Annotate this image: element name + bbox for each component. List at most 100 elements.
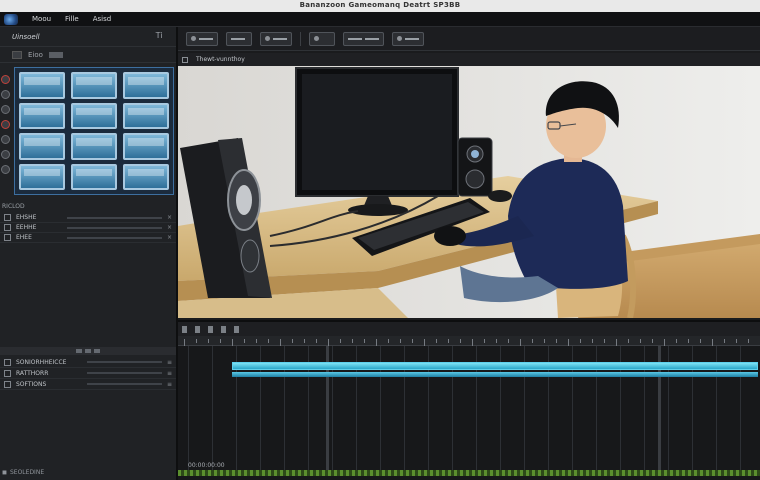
toolbar-button[interactable] bbox=[309, 31, 335, 46]
ruler-tick bbox=[568, 339, 569, 346]
list-item-label: EHEE bbox=[16, 234, 32, 241]
media-thumbnail[interactable] bbox=[19, 163, 65, 190]
track-visibility-checkbox[interactable] bbox=[4, 369, 11, 377]
tool-strip bbox=[0, 69, 11, 201]
ruler-tick bbox=[484, 339, 485, 343]
toolbar-separator bbox=[300, 31, 301, 46]
toolbar-icon bbox=[314, 36, 319, 41]
preview-checkbox[interactable] bbox=[182, 56, 188, 63]
subbar-slider[interactable] bbox=[48, 51, 63, 58]
media-thumbnail[interactable] bbox=[123, 102, 169, 129]
list-item[interactable]: EEHHE × bbox=[0, 223, 176, 233]
media-panel-subbar: Eioo bbox=[0, 47, 176, 63]
track-menu-icon[interactable]: ≡ bbox=[167, 359, 172, 366]
remove-icon[interactable]: × bbox=[167, 214, 172, 221]
media-thumbnail[interactable] bbox=[71, 163, 117, 190]
timecode-readout: 00:00:00:00 bbox=[188, 462, 225, 469]
effects-list: EHSHE × EEHHE × EHEE × bbox=[0, 213, 176, 243]
effects-section-label: RICLOD bbox=[2, 203, 25, 210]
track-level-bar bbox=[87, 383, 162, 385]
video-preview[interactable] bbox=[178, 66, 760, 318]
text-tool-icon[interactable] bbox=[1, 165, 10, 174]
toolbar-button[interactable] bbox=[186, 31, 218, 46]
ruler-tick bbox=[532, 339, 533, 343]
menu-bar: Moou Fille Asisd bbox=[0, 12, 760, 27]
track-menu-icon[interactable]: ≡ bbox=[167, 370, 172, 377]
ruler-tick bbox=[616, 339, 617, 346]
toolbar-button-bar bbox=[273, 37, 287, 40]
media-thumbnail[interactable] bbox=[123, 72, 169, 99]
main-toolbar bbox=[178, 27, 760, 51]
ruler-tick bbox=[460, 339, 461, 343]
media-thumbnail[interactable] bbox=[123, 133, 169, 160]
toolbar-icon bbox=[397, 36, 402, 41]
media-thumbnail[interactable] bbox=[123, 163, 169, 190]
list-item-label: EHSHE bbox=[16, 214, 37, 221]
track-row[interactable]: SONIORHHEICCE ≡ bbox=[0, 357, 176, 368]
toolbar-button[interactable] bbox=[392, 31, 424, 46]
ruler-tick bbox=[712, 339, 713, 346]
timeline-ruler[interactable] bbox=[178, 336, 760, 346]
remove-icon[interactable]: × bbox=[167, 234, 172, 241]
ruler-tick bbox=[316, 339, 317, 343]
ruler-tick bbox=[328, 339, 329, 346]
track-row[interactable]: RATTHORR ≡ bbox=[0, 368, 176, 379]
trim-tool-icon[interactable] bbox=[1, 105, 10, 114]
cut-tool-icon[interactable] bbox=[1, 120, 10, 129]
track-menu-icon[interactable]: ≡ bbox=[167, 381, 172, 388]
timeline-tool-icon[interactable] bbox=[221, 325, 226, 333]
track-visibility-checkbox[interactable] bbox=[4, 380, 11, 388]
audio-waveform-strip bbox=[178, 470, 760, 476]
media-thumbnail[interactable] bbox=[71, 102, 117, 129]
toolbar-button-bar bbox=[365, 37, 379, 40]
ruler-tick bbox=[400, 339, 401, 343]
panel-splitter[interactable] bbox=[0, 347, 176, 355]
timeline-clip-video[interactable] bbox=[232, 362, 758, 370]
title-bar: Bananzoon Gameomanq Deatrt SP3BB bbox=[0, 0, 760, 12]
timeline-clip-audio[interactable] bbox=[232, 372, 758, 377]
menu-item-2[interactable]: Asisd bbox=[93, 15, 111, 23]
toolbar-icon bbox=[265, 36, 270, 41]
timeline-tool-icon[interactable] bbox=[208, 325, 213, 333]
list-item[interactable]: EHSHE × bbox=[0, 213, 176, 223]
footer-icon: ◼ bbox=[2, 469, 7, 476]
view-toggle-icon[interactable] bbox=[12, 50, 22, 59]
select-tool-icon[interactable] bbox=[1, 90, 10, 99]
ruler-tick bbox=[604, 339, 605, 343]
media-thumbnail[interactable] bbox=[19, 133, 65, 160]
checkbox[interactable] bbox=[4, 224, 11, 231]
record-tool-icon[interactable] bbox=[1, 75, 10, 84]
timeline-tool-icon[interactable] bbox=[182, 325, 187, 333]
list-item-label: EEHHE bbox=[16, 224, 37, 231]
toolbar-button[interactable] bbox=[343, 31, 384, 46]
menu-item-0[interactable]: Moou bbox=[32, 15, 51, 23]
toolbar-icon bbox=[191, 36, 196, 41]
timeline[interactable]: 00:00:00:00 bbox=[178, 336, 760, 480]
list-item[interactable]: EHEE × bbox=[0, 233, 176, 243]
track-row[interactable]: SOFTIONS ≡ bbox=[0, 379, 176, 390]
track-visibility-checkbox[interactable] bbox=[4, 358, 11, 366]
panel-menu-button[interactable]: Ti bbox=[154, 31, 164, 43]
toolbar-button[interactable] bbox=[226, 31, 252, 46]
ruler-tick bbox=[748, 339, 749, 343]
checkbox[interactable] bbox=[4, 234, 11, 241]
timeline-tool-icon[interactable] bbox=[195, 325, 200, 333]
track-label: SOFTIONS bbox=[16, 380, 47, 388]
zoom-tool-icon[interactable] bbox=[1, 135, 10, 144]
ruler-tick bbox=[244, 339, 245, 343]
menu-item-1[interactable]: Fille bbox=[65, 15, 79, 23]
checkbox[interactable] bbox=[4, 214, 11, 221]
hand-tool-icon[interactable] bbox=[1, 150, 10, 159]
media-thumbnail[interactable] bbox=[71, 133, 117, 160]
splitter-grip-icon bbox=[76, 349, 82, 353]
track-level-bar bbox=[87, 361, 162, 363]
ruler-tick bbox=[208, 339, 209, 343]
timeline-tool-icon[interactable] bbox=[234, 325, 239, 333]
toolbar-button[interactable] bbox=[260, 31, 292, 46]
media-thumbnail[interactable] bbox=[19, 102, 65, 129]
media-thumbnail[interactable] bbox=[19, 72, 65, 99]
ruler-tick bbox=[376, 339, 377, 346]
media-thumbnail[interactable] bbox=[71, 72, 117, 99]
remove-icon[interactable]: × bbox=[167, 224, 172, 231]
list-item-bar bbox=[67, 216, 162, 219]
